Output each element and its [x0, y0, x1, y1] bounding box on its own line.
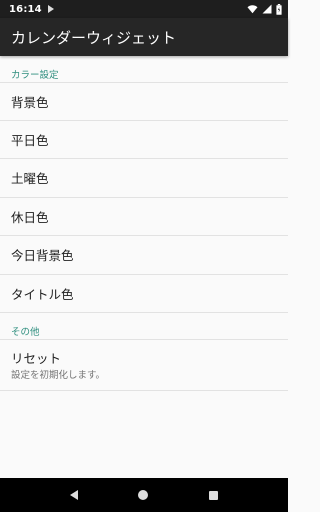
pref-weekday-color[interactable]: 平日色 [0, 121, 288, 159]
home-icon[interactable] [138, 490, 149, 500]
pref-label: 今日背景色 [11, 248, 74, 264]
back-icon[interactable] [70, 490, 79, 500]
pref-label: 平日色 [11, 132, 49, 148]
signal-icon [262, 4, 272, 14]
pref-holiday-color[interactable]: 休日色 [0, 198, 288, 236]
reset-summary: 設定を初期化します。 [11, 370, 106, 381]
pref-today-background-color[interactable]: 今日背景色 [0, 236, 288, 275]
pref-background-color[interactable]: 背景色 [0, 82, 288, 121]
play-store-icon [47, 5, 54, 13]
pref-saturday-color[interactable]: 土曜色 [0, 159, 288, 198]
category-color-settings: カラー設定 [11, 70, 59, 81]
pref-label: タイトル色 [11, 286, 74, 302]
navigation-bar [0, 478, 288, 512]
wifi-icon [247, 5, 258, 14]
recent-apps-icon[interactable] [208, 490, 218, 500]
pref-label: 休日色 [11, 209, 49, 225]
pref-label: 土曜色 [11, 171, 49, 187]
app-title: カレンダーウィジェット [11, 28, 177, 47]
preferences-list: カラー設定 背景色 平日色 土曜色 休日色 今日背景色 タイトル色 その他 リセ… [0, 56, 288, 391]
app-bar: カレンダーウィジェット [0, 18, 288, 56]
reset-title: リセット [11, 351, 62, 366]
pref-label: 背景色 [11, 94, 49, 110]
battery-icon [276, 3, 282, 15]
status-icons [247, 3, 282, 15]
category-other: その他 [11, 327, 40, 338]
pref-title-color[interactable]: タイトル色 [0, 275, 288, 313]
status-bar: 16:14 [0, 0, 288, 18]
pref-reset[interactable]: リセット 設定を初期化します。 [0, 339, 288, 391]
status-time: 16:14 [9, 3, 42, 15]
